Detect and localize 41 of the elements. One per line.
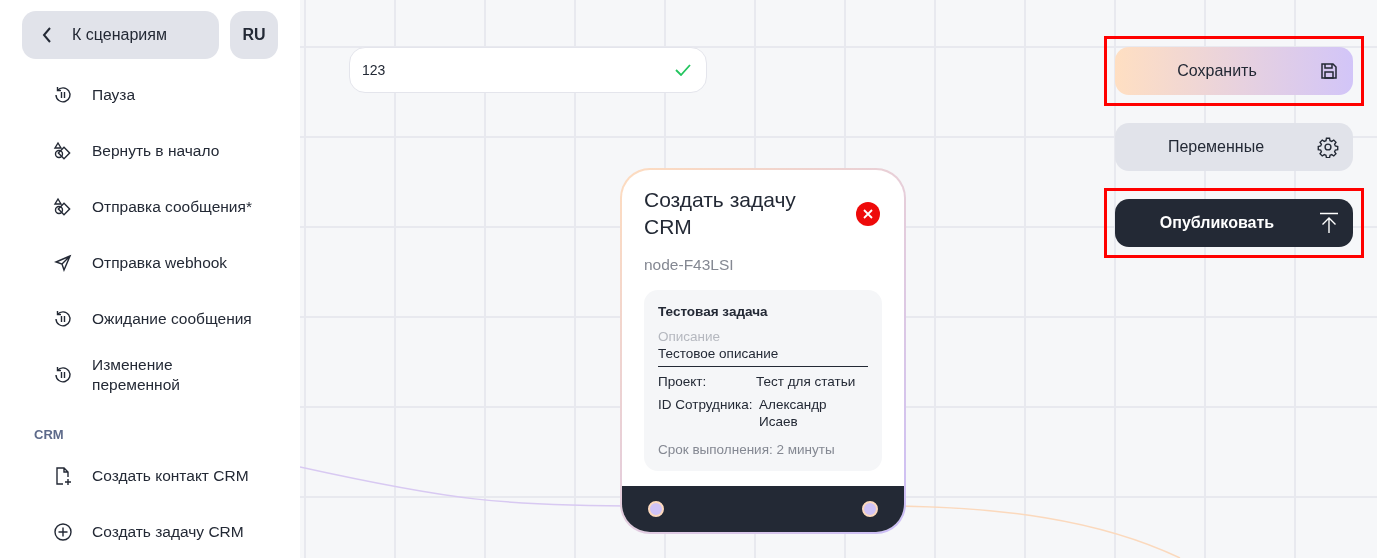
node-type-item[interactable]: Ожидание сообщения — [92, 309, 252, 329]
settings-icon — [1317, 136, 1339, 158]
node-type-item[interactable]: Отправка webhook — [92, 253, 252, 273]
output-port[interactable] — [862, 501, 878, 517]
field-value: Александр Исаев — [758, 396, 828, 430]
task-title: Тестовая задача — [658, 304, 769, 319]
send-icon — [53, 253, 73, 273]
history-pause-icon — [53, 365, 73, 385]
deadline-text: Срок выполнения: 2 минуты — [658, 442, 836, 457]
shapes-icon — [53, 141, 73, 161]
publish-button[interactable]: Опубликовать — [1115, 199, 1353, 247]
shapes-icon — [53, 197, 73, 217]
field-value: Тест для статьи — [756, 373, 857, 390]
node-type-item[interactable]: Отправка сообщения* — [92, 197, 252, 217]
file-plus-icon — [53, 466, 73, 486]
node-type-item[interactable]: Создать задачу CRM — [92, 522, 252, 542]
name-field[interactable]: 123 — [349, 47, 707, 93]
chevron-left-icon — [42, 27, 52, 43]
save-button[interactable]: Сохранить — [1115, 47, 1353, 95]
section-title: CRM — [33, 426, 65, 444]
plus-circle-icon — [53, 522, 73, 542]
back-button[interactable]: К сценариям — [22, 11, 219, 59]
node-type-item[interactable]: Создать контакт CRM — [92, 466, 252, 486]
field-label: ID Сотрудника: — [658, 396, 754, 414]
node-id: node-F43LSI — [644, 256, 735, 274]
variables-button[interactable]: Переменные — [1115, 123, 1353, 171]
node-type-item[interactable]: Пауза — [92, 85, 252, 105]
history-pause-icon — [53, 85, 73, 105]
node-title: Создать задачу CRM — [644, 187, 797, 240]
input-port[interactable] — [648, 501, 664, 517]
checkmark-icon[interactable] — [675, 64, 691, 76]
description-label: Описание — [658, 329, 722, 344]
delete-icon[interactable] — [856, 202, 880, 226]
node-card[interactable]: Создать задачу CRM node-F43LSI Тестовая задача Описание Тестовое описание Проект: Тест для статьи ID Сотрудника: Александр Исаев Срок выполнения: 2 минуты — [620, 168, 906, 534]
upload-icon — [1319, 212, 1339, 234]
history-pause-icon — [53, 309, 73, 329]
field-label: Проект: — [658, 373, 708, 390]
node-type-item[interactable]: Изменение переменной — [92, 355, 252, 395]
description-text: Тестовое описание — [658, 344, 868, 367]
node-type-item[interactable]: Вернуть в начало — [92, 141, 252, 161]
language-button[interactable]: RU — [230, 11, 278, 59]
